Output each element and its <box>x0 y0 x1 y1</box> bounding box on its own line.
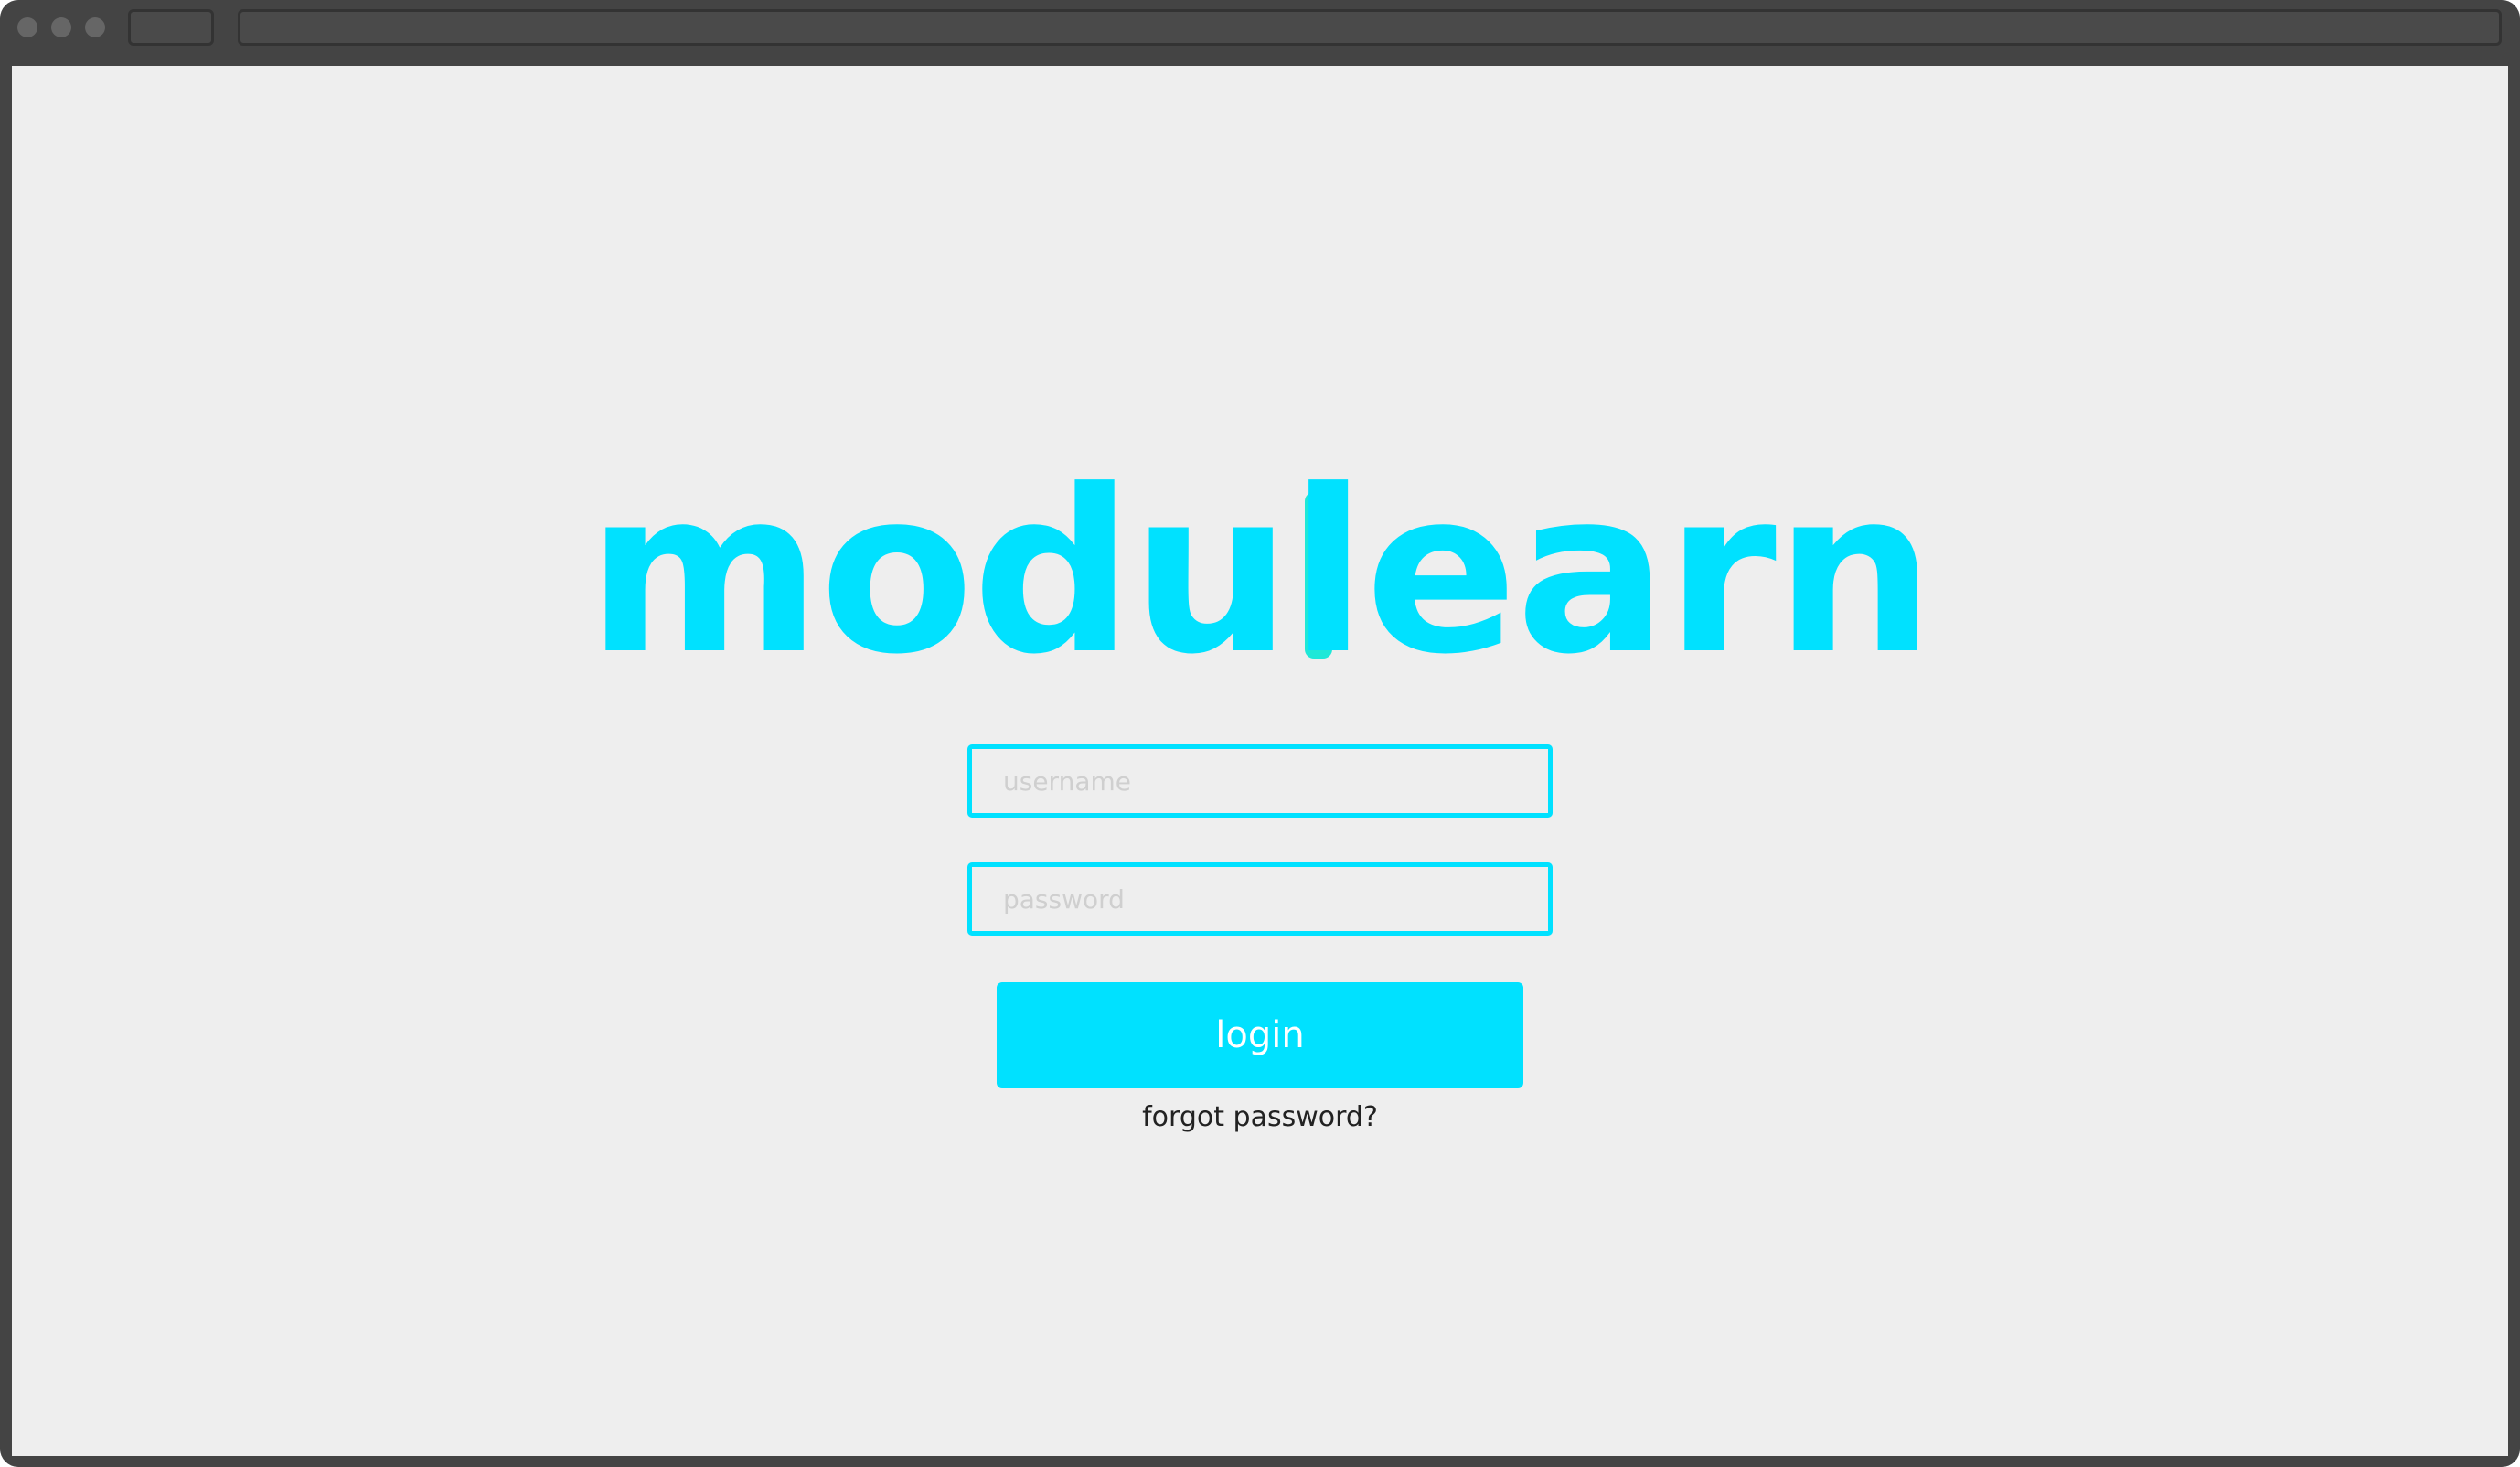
logo-highlight-letter: l <box>1289 450 1366 697</box>
password-input[interactable] <box>967 862 1553 936</box>
logo-text-end: earn <box>1364 443 1935 704</box>
login-button[interactable]: login <box>997 982 1523 1088</box>
logo-text-start: modu <box>586 443 1292 704</box>
address-bar[interactable] <box>238 9 2502 46</box>
modulearn-logo: modu learn <box>12 450 2508 697</box>
username-input[interactable] <box>967 744 1553 818</box>
browser-title-bar <box>0 0 2520 57</box>
browser-window: modulearn login forgot password? <box>0 0 2520 1467</box>
browser-tab[interactable] <box>128 9 214 46</box>
forgot-password-link[interactable]: forgot password? <box>986 1098 1534 1138</box>
minimize-window-dot[interactable] <box>51 17 71 37</box>
close-window-dot[interactable] <box>17 17 37 37</box>
logo-highlight-char: l <box>1289 443 1366 704</box>
page-viewport: modulearn login forgot password? <box>12 66 2508 1456</box>
maximize-window-dot[interactable] <box>85 17 105 37</box>
